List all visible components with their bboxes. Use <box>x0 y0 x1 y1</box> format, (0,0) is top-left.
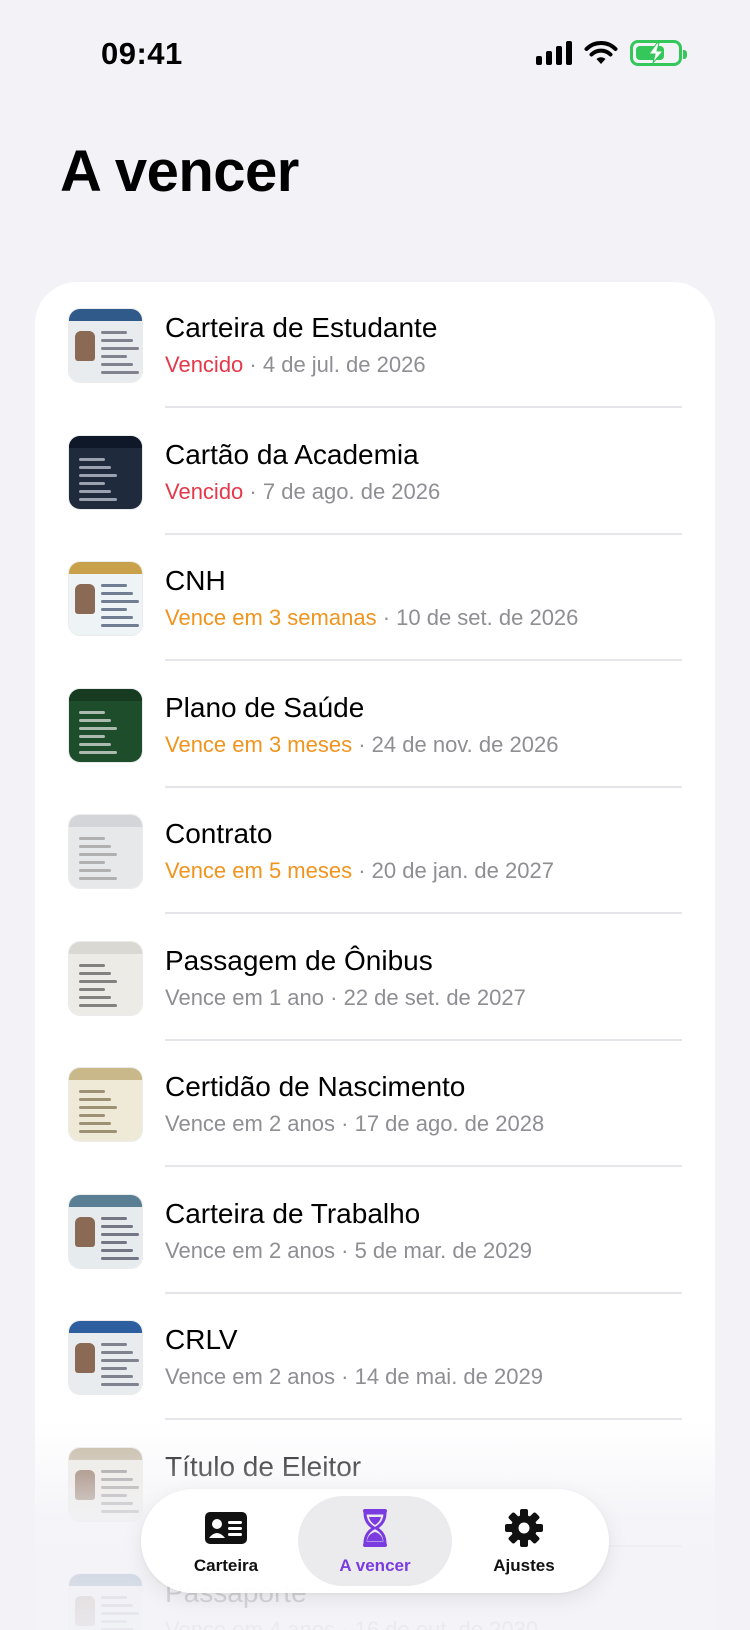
expiry-date: 10 de set. de 2026 <box>396 605 579 630</box>
tab-a-vencer[interactable]: A vencer <box>298 1496 452 1586</box>
separator: · <box>335 1237 355 1263</box>
separator: · <box>352 731 372 757</box>
document-row[interactable]: CRLV Vence em 2 anos · 14 de mai. de 2029 <box>35 1294 715 1420</box>
status-time: 09:41 <box>101 36 183 71</box>
cellular-signal-icon <box>536 41 572 65</box>
expiry-status: Vence em 3 semanas <box>165 605 377 630</box>
expiry-status: Vencido <box>165 352 244 377</box>
document-title: Carteira de Trabalho <box>165 1197 421 1229</box>
document-title: Cartão da Academia <box>165 438 419 470</box>
tab-ajustes[interactable]: Ajustes <box>447 1496 601 1586</box>
expiry-date: 5 de mar. de 2029 <box>354 1237 532 1263</box>
separator: · <box>324 984 344 1010</box>
separator: · <box>376 605 397 630</box>
document-title: Plano de Saúde <box>165 691 365 723</box>
drivers-license-thumbnail <box>68 561 143 636</box>
document-title: CRLV <box>165 1324 238 1355</box>
document-row[interactable]: Contrato Vence em 5 meses · 20 de jan. de… <box>35 788 715 914</box>
expiry-date: 17 de ago. de 2028 <box>354 1111 545 1136</box>
tab-bar: Carteira A vencer Ajustes <box>141 1489 609 1593</box>
document-subtitle: Vence em 4 anos · 16 de out. de 2030 <box>165 1617 538 1630</box>
expiry-date: 24 de nov. de 2026 <box>371 731 559 757</box>
status-bar: 09:41 <box>0 0 750 110</box>
hourglass-icon <box>363 1509 387 1547</box>
document-subtitle: Vence em 1 ano · 22 de set. de 2027 <box>165 985 526 1011</box>
birth-certificate-thumbnail <box>68 1067 143 1142</box>
document-row[interactable]: CNH Vence em 3 semanas · 10 de set. de 20… <box>35 535 715 661</box>
expiring-documents-list: Carteira de Estudante Vencido · 4 de jul.… <box>35 282 715 1630</box>
gear-icon <box>505 1509 543 1547</box>
document-subtitle: Vence em 2 anos · 14 de mai. de 2029 <box>165 1364 543 1390</box>
separator: · <box>335 1364 355 1389</box>
wifi-icon <box>584 41 618 64</box>
document-subtitle: Vence em 3 semanas · 10 de set. de 2026 <box>165 605 578 631</box>
tab-label: Carteira <box>193 1556 259 1575</box>
document-subtitle: Vence em 2 anos · 17 de ago. de 2028 <box>165 1111 544 1137</box>
separator: · <box>243 478 263 504</box>
status-icons <box>536 40 687 66</box>
document-row[interactable]: Plano de Saúde Vence em 3 meses · 24 de n… <box>35 662 715 788</box>
contract-thumbnail <box>68 814 143 889</box>
document-title: Título de Eleitor <box>165 1450 362 1482</box>
expiry-date: 4 de jul. de 2026 <box>262 352 426 377</box>
expiry-date: 7 de ago. de 2026 <box>262 478 441 504</box>
expiry-status: Vencido <box>165 478 244 504</box>
document-row[interactable]: Carteira de Trabalho Vence em 2 anos · 5 … <box>35 1168 715 1294</box>
document-title: Carteira de Estudante <box>165 312 438 343</box>
expiry-status: Vence em 3 meses <box>165 731 353 757</box>
document-subtitle: Vence em 3 meses · 24 de nov. de 2026 <box>165 732 558 758</box>
expiry-status: Vence em 2 anos <box>165 1364 336 1389</box>
separator: · <box>335 1617 355 1630</box>
document-subtitle: Vencido · 7 de ago. de 2026 <box>165 479 440 505</box>
separator: · <box>243 352 263 377</box>
page-title: A vencer <box>60 139 299 204</box>
expiry-status: Vence em 5 meses <box>165 858 353 883</box>
document-subtitle: Vencido · 4 de jul. de 2026 <box>165 352 426 378</box>
expiry-status: Vence em 4 anos <box>165 1617 336 1630</box>
separator: · <box>335 1111 355 1136</box>
document-row[interactable]: Certidão de Nascimento Vence em 2 anos · … <box>35 1041 715 1167</box>
expiry-date: 14 de mai. de 2029 <box>354 1364 543 1389</box>
student-id-thumbnail <box>68 308 143 383</box>
document-row[interactable]: Passagem de Ônibus Vence em 1 ano · 22 de… <box>35 915 715 1041</box>
vehicle-registration-thumbnail <box>68 1320 143 1395</box>
bus-ticket-thumbnail <box>68 940 143 1016</box>
voter-id-thumbnail <box>68 1446 143 1522</box>
id-card-icon <box>205 1512 247 1544</box>
tab-label: Ajustes <box>493 1556 555 1575</box>
expiry-date: 16 de out. de 2030 <box>354 1617 539 1630</box>
tab-label: A vencer <box>339 1556 411 1575</box>
expiry-status: Vence em 2 anos <box>165 1111 336 1136</box>
health-plan-thumbnail <box>68 687 143 763</box>
battery-charging-icon <box>630 40 687 66</box>
expiry-date: 20 de jan. de 2027 <box>371 858 554 883</box>
document-subtitle: Vence em 5 meses · 20 de jan. de 2027 <box>165 858 554 884</box>
expiry-status: Vence em 2 anos <box>165 1237 336 1263</box>
document-title: CNH <box>165 565 226 596</box>
document-row[interactable]: Cartão da Academia Vencido · 7 de ago. de… <box>35 409 715 535</box>
separator: · <box>352 858 372 883</box>
document-title: Contrato <box>165 818 273 849</box>
document-title: Passagem de Ônibus <box>165 944 433 976</box>
document-title: Certidão de Nascimento <box>165 1071 466 1102</box>
document-row[interactable]: Carteira de Estudante Vencido · 4 de jul.… <box>35 282 715 408</box>
work-card-thumbnail <box>68 1193 143 1269</box>
expiry-status: Vence em 1 ano <box>165 984 325 1010</box>
expiry-date: 22 de set. de 2027 <box>343 984 526 1010</box>
passport-thumbnail <box>68 1573 143 1630</box>
gym-card-thumbnail <box>68 434 143 510</box>
tab-carteira[interactable]: Carteira <box>149 1496 303 1586</box>
document-subtitle: Vence em 2 anos · 5 de mar. de 2029 <box>165 1238 532 1264</box>
